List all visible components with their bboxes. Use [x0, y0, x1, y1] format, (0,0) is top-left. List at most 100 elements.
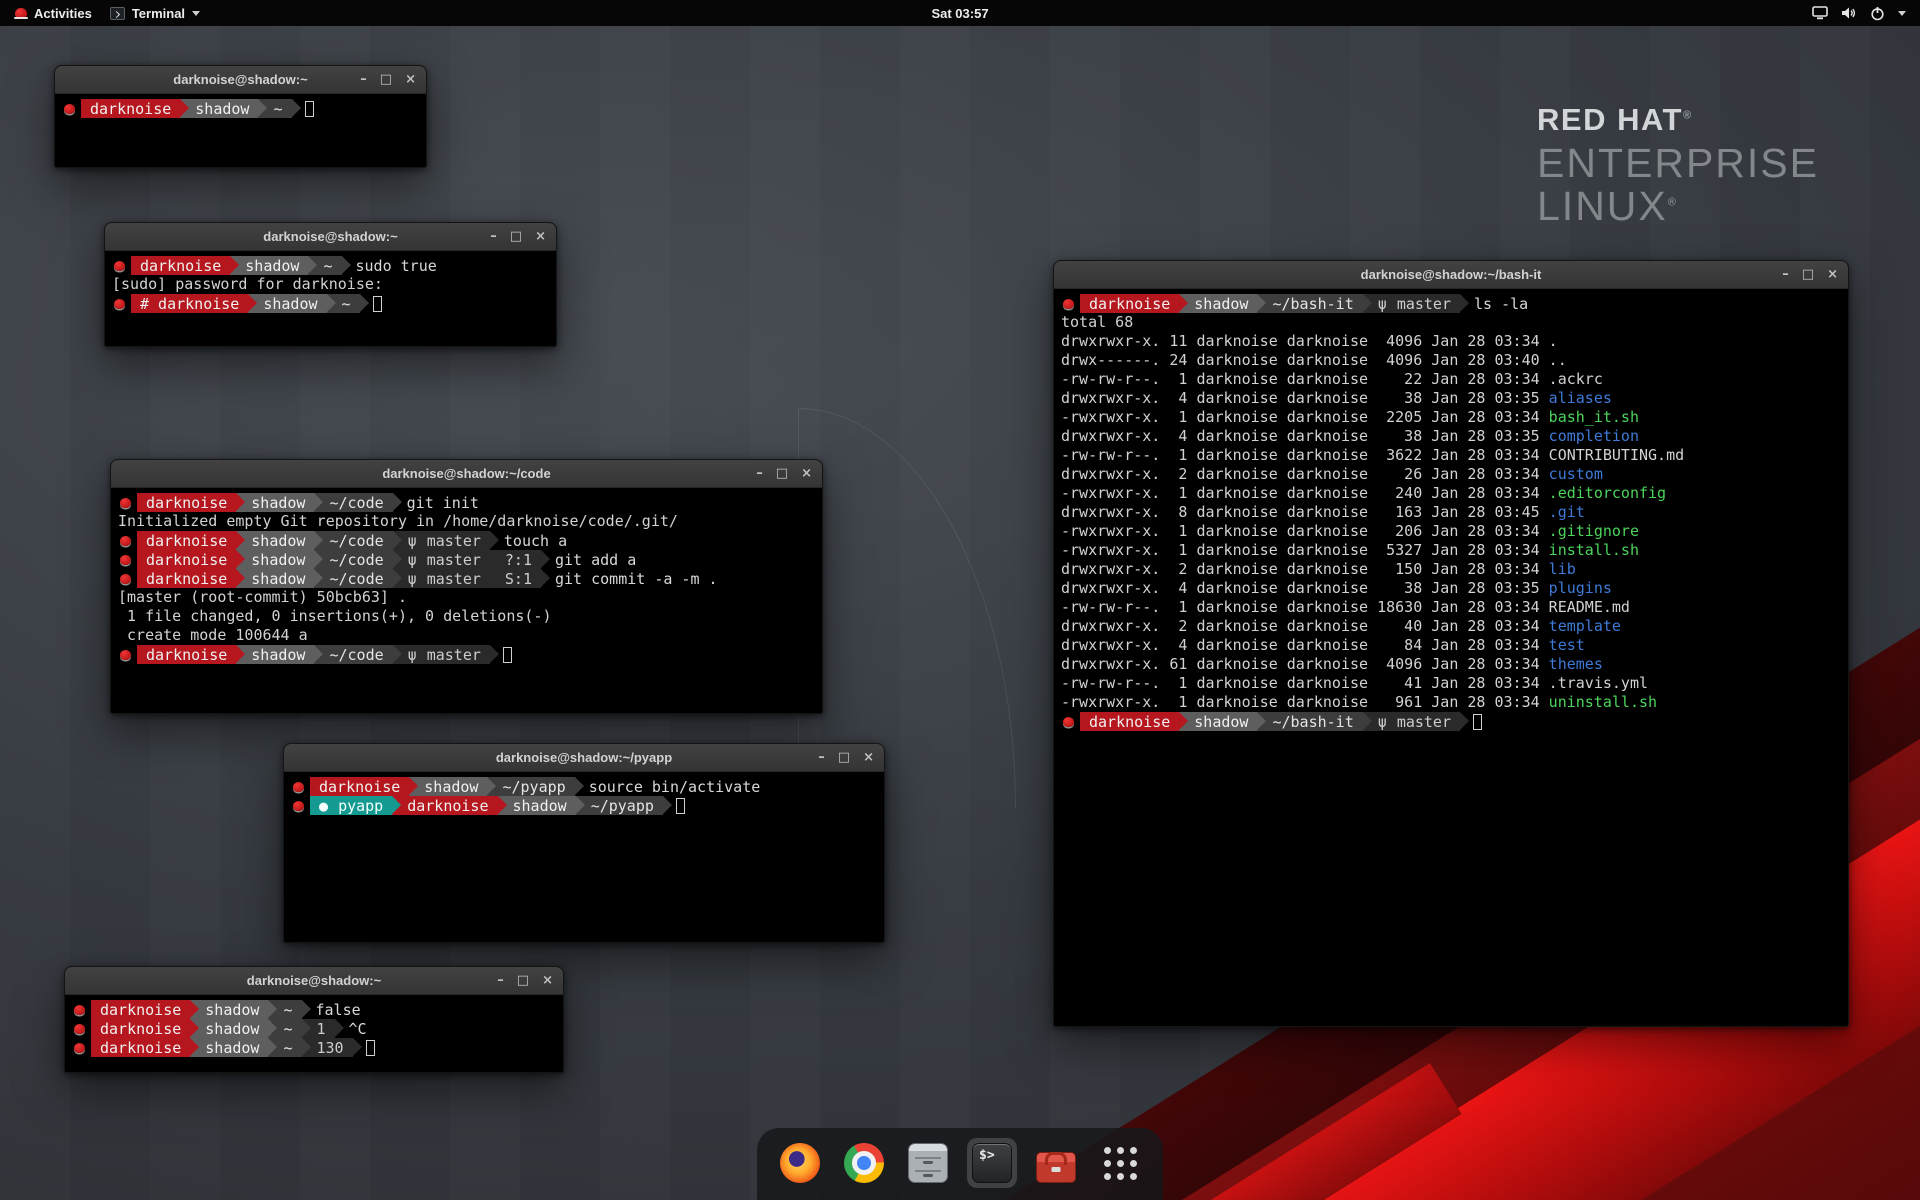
close-button[interactable]: × — [542, 974, 553, 987]
terminal-line: darknoiseshadow~/codegit init — [118, 493, 815, 512]
ls-filename: uninstall.sh — [1549, 693, 1657, 712]
prompt-segment-host: shadow — [1179, 712, 1257, 731]
prompt-segment-path: ~/code — [314, 550, 392, 569]
app-menu-button[interactable]: Terminal — [101, 0, 209, 26]
maximize-button[interactable]: □ — [776, 467, 788, 480]
prompt-segment-host: shadow — [498, 796, 576, 815]
terminal-line: darknoiseshadow~false — [72, 1000, 556, 1019]
output-text: total 68 — [1061, 313, 1133, 332]
minimize-button[interactable]: – — [1782, 268, 1789, 281]
minimize-button[interactable]: – — [360, 73, 367, 86]
prompt-segment-path: ~/pyapp — [576, 796, 663, 815]
maximize-button[interactable]: □ — [1802, 268, 1814, 281]
terminal-line: 1 file changed, 0 insertions(+), 0 delet… — [118, 607, 815, 626]
terminal-line: drwxrwxr-x. 4 darknoise darknoise 84 Jan… — [1061, 636, 1841, 655]
dock-item-firefox[interactable] — [775, 1138, 825, 1188]
terminal-window[interactable]: darknoise@shadow:~–□×darknoiseshadow~sud… — [104, 222, 557, 347]
prompt-segment-path: ~/code — [314, 645, 392, 664]
prompt-segment-path: ~/code — [314, 493, 392, 512]
segment-text: ~ — [273, 100, 282, 118]
ls-meta: drwxrwxr-x. 2 darknoise darknoise 40 Jan… — [1061, 617, 1549, 636]
window-titlebar[interactable]: darknoise@shadow:~–□× — [55, 66, 426, 94]
command-text: touch a — [490, 532, 567, 550]
segment-text: ~/code — [329, 570, 383, 588]
dock-item-appgrid[interactable] — [1095, 1138, 1145, 1188]
minimize-button[interactable]: – — [490, 230, 497, 243]
terminal-line: drwxrwxr-x. 61 darknoise darknoise 4096 … — [1061, 655, 1841, 674]
terminal-content[interactable]: darknoiseshadow~/codegit initInitialized… — [111, 488, 822, 669]
segment-text: ~/bash-it — [1272, 295, 1353, 313]
segment-text: darknoise — [1089, 713, 1170, 731]
redhat-icon — [293, 782, 304, 792]
close-button[interactable]: × — [1827, 268, 1838, 281]
minimize-button[interactable]: – — [497, 974, 504, 987]
close-button[interactable]: × — [535, 230, 546, 243]
segment-text: 1 — [317, 1020, 326, 1038]
ls-filename: .editorconfig — [1549, 484, 1666, 503]
terminal-content[interactable]: darknoiseshadow~ — [55, 94, 426, 123]
terminal-line: drwxrwxr-x. 8 darknoise darknoise 163 Ja… — [1061, 503, 1841, 522]
prompt-segment-host: shadow — [236, 645, 314, 664]
prompt-segment-user: darknoise — [1080, 294, 1179, 313]
minimize-button[interactable]: – — [756, 467, 763, 480]
maximize-button[interactable]: □ — [510, 230, 522, 243]
window-titlebar[interactable]: darknoise@shadow:~–□× — [65, 967, 563, 995]
system-status-area[interactable] — [1812, 6, 1914, 21]
maximize-button[interactable]: □ — [838, 751, 850, 764]
terminal-window[interactable]: darknoise@shadow:~–□×darknoiseshadow~fal… — [64, 966, 564, 1073]
redhat-icon — [114, 261, 125, 271]
dock-item-files[interactable] — [903, 1138, 953, 1188]
toolbox-icon — [1036, 1152, 1076, 1183]
dock-item-toolbox[interactable] — [1031, 1138, 1081, 1188]
registered-mark: ® — [1668, 196, 1678, 208]
segment-text: ~ — [323, 257, 332, 275]
activities-button[interactable]: Activities — [6, 0, 101, 26]
chevron-down-icon — [1898, 11, 1906, 16]
window-controls: –□ × — [818, 744, 874, 771]
terminal-window[interactable]: darknoise@shadow:~/code–□×darknoiseshado… — [110, 459, 823, 714]
redhat-icon — [74, 1024, 85, 1034]
close-button[interactable]: × — [405, 73, 416, 86]
prompt-segment-path: ~/pyapp — [487, 777, 574, 796]
window-titlebar[interactable]: darknoise@shadow:~/code–□× — [111, 460, 822, 488]
window-titlebar[interactable]: darknoise@shadow:~–□× — [105, 223, 556, 251]
terminal-content[interactable]: darknoiseshadow~/pyappsource bin/activat… — [284, 772, 884, 820]
terminal-window[interactable]: darknoise@shadow:~/bash-it–□×darknoisesh… — [1053, 260, 1849, 1027]
clock[interactable]: Sat 03:57 — [931, 6, 988, 21]
terminal-line: drwxrwxr-x. 4 darknoise darknoise 38 Jan… — [1061, 389, 1841, 408]
terminal-window[interactable]: darknoise@shadow:~–□×darknoiseshadow~ — [54, 65, 427, 168]
appgrid-icon — [1101, 1144, 1140, 1183]
segment-text: darknoise — [90, 100, 171, 118]
chevron-down-icon — [192, 11, 200, 16]
close-button[interactable]: × — [863, 751, 874, 764]
ls-filename: .travis.yml — [1549, 674, 1648, 693]
close-button[interactable]: × — [801, 467, 812, 480]
terminal-content[interactable]: darknoiseshadow~falsedarknoiseshadow~1^C… — [65, 995, 563, 1062]
dock-item-chrome[interactable] — [839, 1138, 889, 1188]
ls-filename: themes — [1549, 655, 1603, 674]
segment-text: ~ — [283, 1001, 292, 1019]
redhat-icon — [74, 1005, 85, 1015]
top-bar: Activities Terminal Sat 03:57 — [0, 0, 1920, 26]
segment-text: ~/pyapp — [591, 797, 654, 815]
terminal-content[interactable]: darknoiseshadow~sudo true[sudo] password… — [105, 251, 556, 318]
segment-text: shadow — [245, 257, 299, 275]
maximize-button[interactable]: □ — [517, 974, 529, 987]
ls-filename: install.sh — [1549, 541, 1639, 560]
segment-text: master — [427, 646, 481, 664]
dock-item-terminal[interactable]: $> — [967, 1138, 1017, 1188]
activities-label: Activities — [34, 6, 92, 21]
window-titlebar[interactable]: darknoise@shadow:~/bash-it–□× — [1054, 261, 1848, 289]
ls-filename: custom — [1549, 465, 1603, 484]
window-controls: –□ × — [1782, 261, 1838, 288]
ls-meta: drwxrwxr-x. 2 darknoise darknoise 150 Ja… — [1061, 560, 1549, 579]
ls-filename: README.md — [1549, 598, 1630, 617]
prompt-segment-host: shadow — [190, 1019, 268, 1038]
prompt-segment-user: darknoise — [91, 1038, 190, 1057]
segment-text: darknoise — [1089, 295, 1170, 313]
maximize-button[interactable]: □ — [380, 73, 392, 86]
terminal-window[interactable]: darknoise@shadow:~/pyapp–□×darknoiseshad… — [283, 743, 885, 943]
window-titlebar[interactable]: darknoise@shadow:~/pyapp–□× — [284, 744, 884, 772]
terminal-content[interactable]: darknoiseshadow~/bash-itψ masterls -lato… — [1054, 289, 1848, 736]
minimize-button[interactable]: – — [818, 751, 825, 764]
